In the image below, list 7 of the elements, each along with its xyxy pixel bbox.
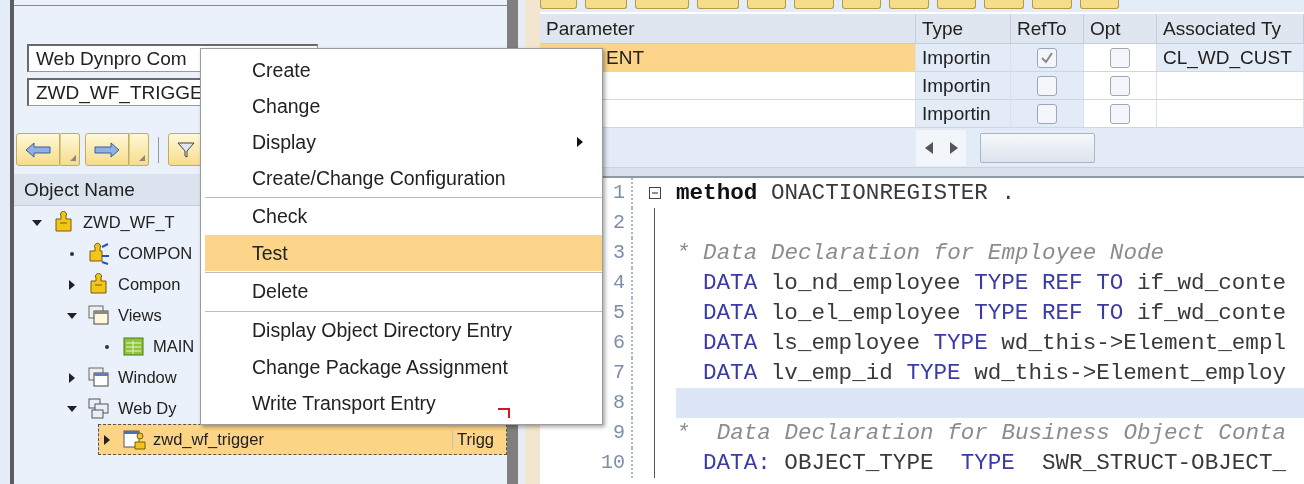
tree-cell: Trigg	[452, 430, 506, 449]
code-line: method ONACTIONREGISTER .	[633, 178, 1304, 208]
table-cell: Importin	[916, 100, 1011, 128]
line-number: 10	[540, 448, 633, 478]
table-cell: Importin	[916, 72, 1011, 100]
table-cell: Importin	[916, 44, 1011, 72]
table-cell: CL_WD_CUST	[1157, 44, 1304, 72]
